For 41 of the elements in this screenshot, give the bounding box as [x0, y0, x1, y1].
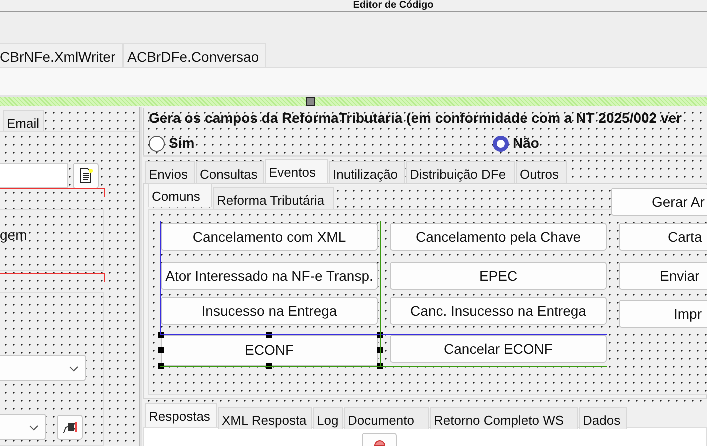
editor-tab[interactable]: ACBrDFe.Conversao [122, 43, 266, 67]
connect-button[interactable] [57, 415, 83, 440]
file-button[interactable] [73, 163, 99, 189]
tab[interactable]: Eventos [265, 159, 328, 183]
tab[interactable]: Reforma Tributária [213, 187, 334, 209]
event-button[interactable]: ECONF [161, 335, 378, 366]
plug-icon [62, 421, 78, 435]
tab[interactable]: Log [313, 407, 343, 429]
resize-handle[interactable] [306, 97, 315, 106]
editor-tab[interactable]: CBrNFe.XmlWriter [0, 43, 123, 67]
tab[interactable]: Comuns [148, 183, 212, 207]
tab[interactable]: Retorno Completo WS [430, 407, 578, 429]
tab[interactable]: Respostas [145, 403, 217, 427]
window-title: Editor de Código [353, 0, 434, 11]
tab[interactable]: XML Resposta [218, 407, 312, 429]
tab[interactable]: Consultas [196, 161, 264, 183]
radio-option[interactable]: Sim [149, 133, 195, 154]
document-icon [79, 168, 93, 184]
tab[interactable]: Envios [145, 161, 195, 183]
event-button[interactable]: Canc. Insucesso na Entrega [390, 297, 607, 325]
event-button[interactable]: Cancelamento com XML [161, 223, 378, 251]
selection-handle[interactable] [158, 347, 164, 353]
action-button[interactable]: Carta [619, 223, 707, 251]
event-button[interactable]: Cancelamento pela Chave [390, 223, 607, 251]
event-button[interactable]: Insucesso na Entrega [161, 297, 378, 325]
event-button[interactable]: Ator Interessado na NF-e Transp. [161, 262, 378, 290]
tab[interactable]: Outros [516, 161, 567, 183]
group-title: Gera os campos da ReformaTributaria (em conformidade com a NT 2025/002 ver [149, 109, 682, 128]
tab[interactable]: Documento [344, 407, 429, 429]
tab[interactable]: Distribuição DFe [406, 161, 515, 183]
radio-option[interactable]: Não [493, 133, 540, 154]
event-button[interactable]: Cancelar ECONF [390, 335, 607, 363]
tab[interactable]: Inutilização [329, 161, 405, 183]
tab[interactable]: Dados [579, 407, 627, 429]
action-button[interactable]: Impr [619, 300, 707, 328]
panel-label: gem [0, 226, 28, 245]
action-button[interactable]: Gerar Ar [611, 188, 707, 216]
text-field[interactable] [0, 163, 68, 188]
action-button[interactable]: Enviar [619, 262, 707, 290]
panel-tab[interactable]: Email [3, 110, 44, 132]
event-button[interactable]: EPEC [390, 262, 607, 290]
